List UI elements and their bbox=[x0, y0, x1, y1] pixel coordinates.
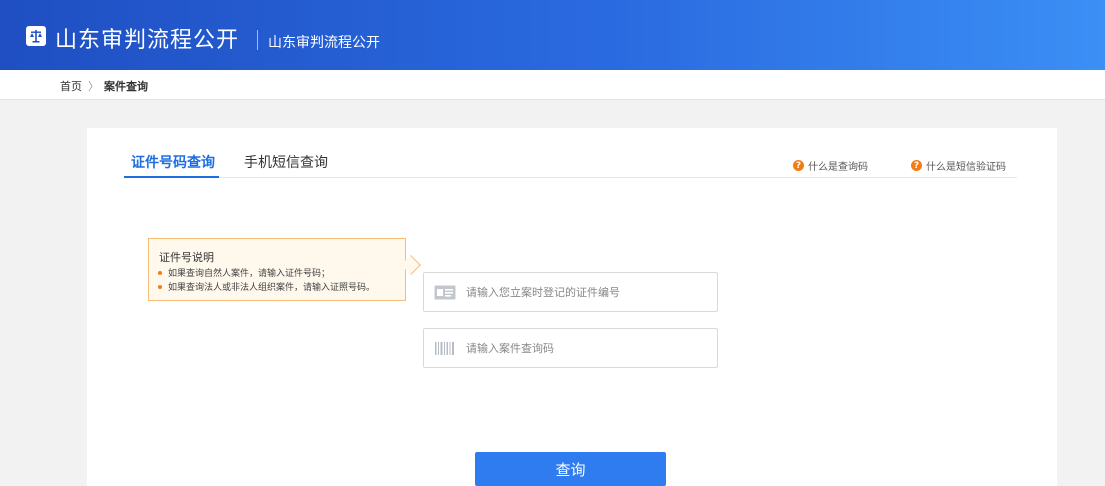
breadcrumb: 首页 〉 案件查询 bbox=[0, 70, 1105, 100]
tip-line: 如果查询自然人案件，请输入证件号码； bbox=[158, 266, 330, 279]
bullet-icon bbox=[158, 284, 162, 289]
breadcrumb-separator: 〉 bbox=[88, 80, 99, 93]
help-link-sms-code[interactable]: ? 什么是短信验证码 bbox=[911, 158, 1006, 173]
query-code-field[interactable] bbox=[423, 328, 718, 368]
barcode-icon bbox=[435, 342, 454, 355]
bullet-icon bbox=[158, 270, 162, 275]
site-header: 山东审判流程公开 山东审判流程公开 bbox=[0, 0, 1105, 70]
question-icon: ? bbox=[911, 160, 922, 171]
active-tab-indicator bbox=[124, 176, 219, 178]
help-link-label: 什么是短信验证码 bbox=[926, 162, 1006, 173]
tip-line-text: 如果查询自然人案件，请输入证件号码； bbox=[168, 269, 331, 279]
tab-certificate-query[interactable]: 证件号码查询 bbox=[131, 152, 215, 172]
help-link-label: 什么是查询码 bbox=[808, 162, 868, 173]
id-card-icon bbox=[434, 285, 456, 300]
help-link-query-code[interactable]: ? 什么是查询码 bbox=[793, 158, 868, 173]
site-subtitle: 山东审判流程公开 bbox=[268, 35, 380, 51]
tip-line: 如果查询法人或非法人组织案件，请输入证照号码。 bbox=[158, 280, 375, 293]
query-panel: 证件号码查询 手机短信查询 ? 什么是查询码 ? 什么是短信验证码 证件号说明 … bbox=[87, 128, 1057, 486]
breadcrumb-current: 案件查询 bbox=[104, 80, 148, 93]
header-divider bbox=[257, 30, 258, 50]
site-title[interactable]: 山东审判流程公开 bbox=[55, 22, 239, 54]
tab-baseline bbox=[124, 177, 1017, 178]
certificate-tip-box: 证件号说明 如果查询自然人案件，请输入证件号码； 如果查询法人或非法人组织案件，… bbox=[148, 238, 406, 301]
scales-icon[interactable] bbox=[26, 26, 46, 46]
tip-line-text: 如果查询法人或非法人组织案件，请输入证照号码。 bbox=[168, 283, 376, 293]
certificate-number-input[interactable] bbox=[466, 273, 711, 311]
breadcrumb-home[interactable]: 首页 bbox=[60, 78, 82, 94]
query-button[interactable]: 查询 bbox=[475, 452, 666, 486]
question-icon: ? bbox=[793, 160, 804, 171]
tip-title: 证件号说明 bbox=[159, 251, 214, 264]
certificate-number-field[interactable] bbox=[423, 272, 718, 312]
tab-sms-query[interactable]: 手机短信查询 bbox=[244, 152, 328, 172]
query-code-input[interactable] bbox=[466, 329, 711, 367]
